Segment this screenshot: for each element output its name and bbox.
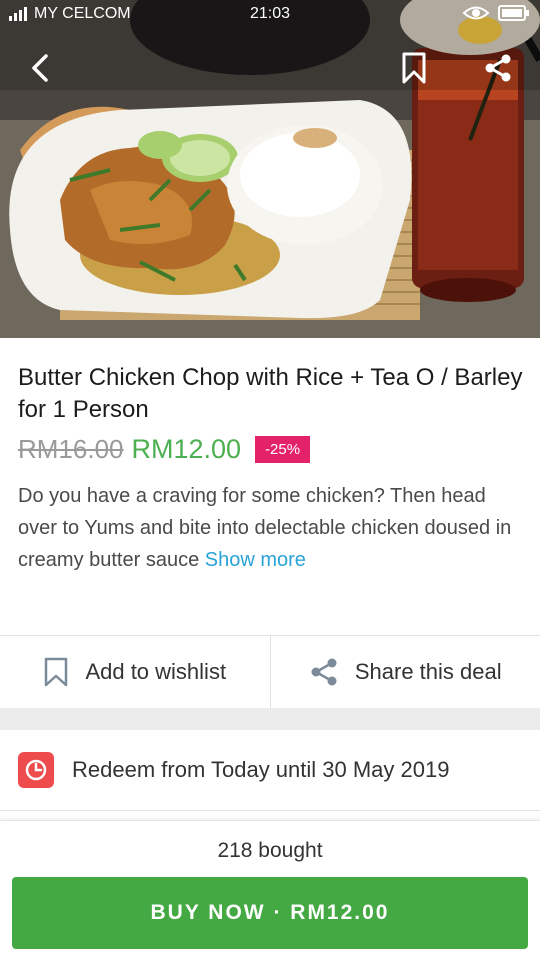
back-arrow-icon: [32, 54, 48, 82]
deal-description: Do you have a craving for some chicken? …: [18, 480, 524, 576]
status-time: 21:03: [249, 5, 291, 22]
deal-hero-image: MY CELCOM 21:03: [0, 0, 540, 338]
add-to-wishlist-button[interactable]: Add to wishlist: [0, 636, 270, 708]
deal-title: Butter Chicken Chop with Rice + Tea O / …: [18, 364, 523, 423]
deal-actions: Add to wishlist Share this deal: [0, 636, 540, 708]
bookmark-icon: [45, 657, 68, 687]
discounted-price: RM12.00: [131, 433, 242, 464]
price-row: RM16.00 RM12.00 -25%: [18, 432, 311, 466]
bookmark-icon: [402, 52, 426, 84]
share-icon: [311, 658, 337, 686]
redeem-period: Redeem from Today until 30 May 2019: [0, 730, 540, 810]
food-photo: [0, 0, 540, 338]
share-button[interactable]: [476, 46, 520, 90]
divider: [0, 810, 540, 811]
bookmark-button[interactable]: [392, 46, 436, 90]
battery-icon: [498, 5, 529, 21]
original-price: RM16.00: [18, 433, 124, 464]
redeem-text: Redeem from Today until 30 May 2019: [72, 757, 450, 782]
purchase-footer: 218 bought BUY NOW · RM12.00: [0, 820, 540, 960]
eye-icon: [462, 6, 490, 20]
discount-badge: -25%: [255, 435, 311, 463]
share-icon: [485, 54, 511, 82]
share-deal-button[interactable]: Share this deal: [269, 636, 540, 708]
back-button[interactable]: [18, 46, 62, 90]
buy-now-button[interactable]: BUY NOW · RM12.00: [12, 877, 528, 949]
status-right: [462, 4, 530, 22]
wishlist-label: Add to wishlist: [85, 659, 227, 684]
show-more-link[interactable]: Show more: [205, 549, 306, 571]
clock-icon: [18, 752, 54, 788]
share-label: Share this deal: [354, 659, 502, 684]
bought-count: 218 bought: [217, 839, 323, 862]
status-bar: MY CELCOM 21:03: [0, 0, 540, 30]
section-separator: [0, 708, 540, 730]
